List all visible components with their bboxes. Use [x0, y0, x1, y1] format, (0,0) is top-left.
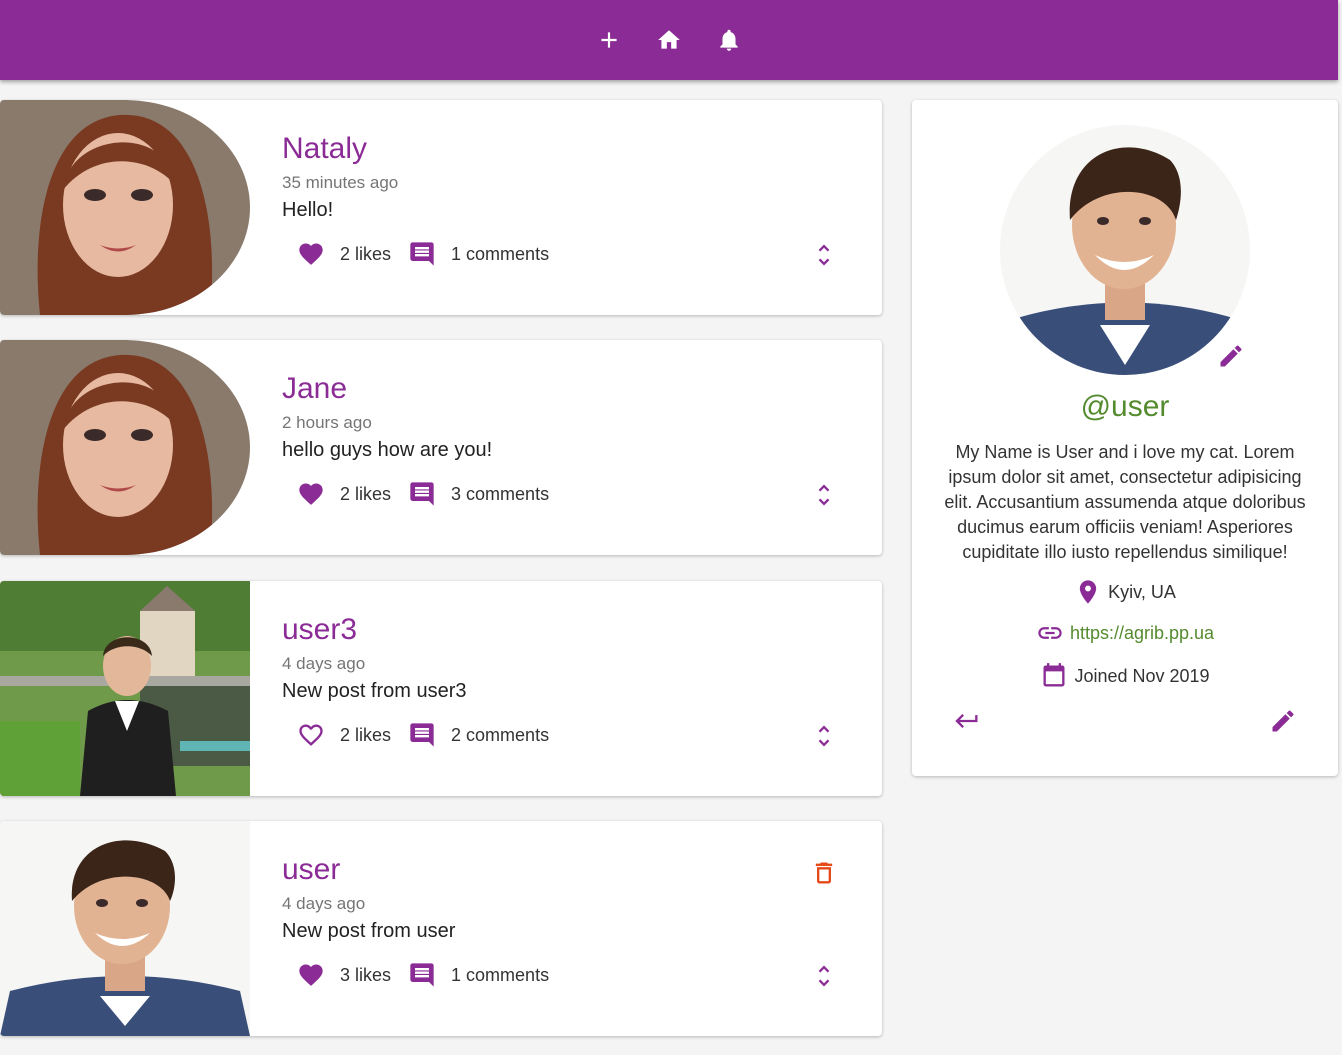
profile-avatar — [1000, 125, 1250, 375]
bell-icon — [720, 29, 738, 51]
edit-avatar-button[interactable] — [1216, 341, 1246, 371]
delete-post-button[interactable] — [809, 858, 839, 888]
post-card: user3 4 days ago New post from user3 2 l… — [0, 581, 882, 796]
post-text: hello guys how are you! — [282, 439, 493, 461]
expand-post-button[interactable] — [809, 480, 839, 510]
comments-button[interactable] — [407, 720, 437, 750]
heart-outline-icon — [299, 724, 323, 746]
smiling-man-image — [0, 821, 250, 1036]
profile-card: @user My Name is User and i love my cat.… — [912, 100, 1338, 776]
likes-count: 2 likes — [340, 724, 392, 745]
unfold-more-icon — [818, 244, 830, 266]
trash-icon — [815, 862, 833, 884]
home-button[interactable] — [655, 26, 683, 54]
likes-count: 2 likes — [340, 483, 392, 504]
post-actions: 2 likes 3 comments — [296, 479, 565, 509]
comments-count: 1 comments — [451, 964, 550, 985]
add-post-button[interactable] — [595, 26, 623, 54]
post-actions: 2 likes 2 comments — [296, 720, 565, 750]
profile-bio: My Name is User and i love my cat. Lorem… — [944, 442, 1306, 562]
joined-row: Joined Nov 2019 — [912, 662, 1338, 690]
comment-icon — [410, 242, 434, 266]
heart-filled-icon — [299, 483, 323, 505]
app-bar — [0, 0, 1338, 80]
comment-icon — [410, 723, 434, 747]
profile-handle-link[interactable]: @user — [912, 390, 1338, 424]
heart-filled-icon — [299, 243, 323, 265]
post-author-link[interactable]: user — [282, 853, 340, 887]
post-body: user3 4 days ago New post from user3 2 l… — [282, 581, 882, 796]
likes-count: 3 likes — [340, 964, 392, 985]
post-timestamp: 2 hours ago — [282, 413, 372, 432]
notifications-button[interactable] — [715, 26, 743, 54]
like-button[interactable] — [296, 960, 326, 990]
post-author-link[interactable]: Jane — [282, 372, 347, 406]
post-author-link[interactable]: user3 — [282, 613, 357, 647]
post-actions: 3 likes 1 comments — [296, 960, 565, 990]
heart-filled-icon — [299, 964, 323, 986]
like-button[interactable] — [296, 239, 326, 269]
post-timestamp: 4 days ago — [282, 894, 366, 913]
post-card: user 4 days ago New post from user 3 lik… — [0, 821, 882, 1036]
home-icon — [658, 30, 680, 49]
woman-portrait-image — [0, 100, 250, 315]
location-text: Kyiv, UA — [1108, 581, 1176, 602]
post-body: user 4 days ago New post from user 3 lik… — [282, 821, 882, 1036]
comments-count: 2 comments — [451, 724, 550, 745]
comments-button[interactable] — [407, 479, 437, 509]
add-icon — [601, 32, 617, 48]
likes-count: 2 likes — [340, 243, 392, 264]
comment-icon — [410, 963, 434, 987]
post-text: New post from user3 — [282, 680, 467, 702]
post-author-link[interactable]: Nataly — [282, 132, 367, 166]
expand-post-button[interactable] — [809, 961, 839, 991]
like-button[interactable] — [296, 720, 326, 750]
comments-button[interactable] — [407, 960, 437, 990]
post-card: Jane 2 hours ago hello guys how are you!… — [0, 340, 882, 555]
location-row: Kyiv, UA — [912, 578, 1338, 606]
woman-portrait-image — [0, 340, 250, 555]
logout-button[interactable] — [952, 706, 982, 736]
comments-button[interactable] — [407, 239, 437, 269]
unfold-more-icon — [818, 965, 830, 987]
comments-count: 3 comments — [451, 483, 550, 504]
calendar-icon — [1043, 663, 1065, 687]
post-author-photo — [0, 581, 250, 796]
post-text: New post from user — [282, 920, 456, 942]
comments-count: 1 comments — [451, 243, 550, 264]
website-row: https://agrib.pp.ua — [912, 619, 1338, 647]
post-author-photo — [0, 100, 250, 315]
post-card: Nataly 35 minutes ago Hello! 2 likes 1 c… — [0, 100, 882, 315]
smiling-man-image — [1000, 125, 1250, 375]
website-link[interactable]: https://agrib.pp.ua — [1070, 623, 1214, 644]
post-author-photo — [0, 340, 250, 555]
expand-post-button[interactable] — [809, 721, 839, 751]
post-timestamp: 35 minutes ago — [282, 173, 399, 192]
post-text: Hello! — [282, 199, 334, 221]
comment-icon — [410, 482, 434, 506]
edit-profile-button[interactable] — [1268, 706, 1298, 736]
pencil-icon — [1220, 345, 1242, 367]
post-actions: 2 likes 1 comments — [296, 239, 565, 269]
post-body: Nataly 35 minutes ago Hello! 2 likes 1 c… — [282, 100, 882, 315]
keyboard-return-icon — [955, 714, 978, 728]
post-author-photo — [0, 821, 250, 1036]
unfold-more-icon — [818, 725, 830, 747]
post-body: Jane 2 hours ago hello guys how are you!… — [282, 340, 882, 555]
pencil-icon — [1272, 710, 1294, 732]
man-by-river-image — [0, 581, 250, 796]
link-icon — [1038, 627, 1062, 639]
like-button[interactable] — [296, 479, 326, 509]
location-pin-icon — [1079, 580, 1097, 604]
post-timestamp: 4 days ago — [282, 654, 366, 673]
expand-post-button[interactable] — [809, 240, 839, 270]
unfold-more-icon — [818, 484, 830, 506]
joined-text: Joined Nov 2019 — [1074, 665, 1210, 686]
